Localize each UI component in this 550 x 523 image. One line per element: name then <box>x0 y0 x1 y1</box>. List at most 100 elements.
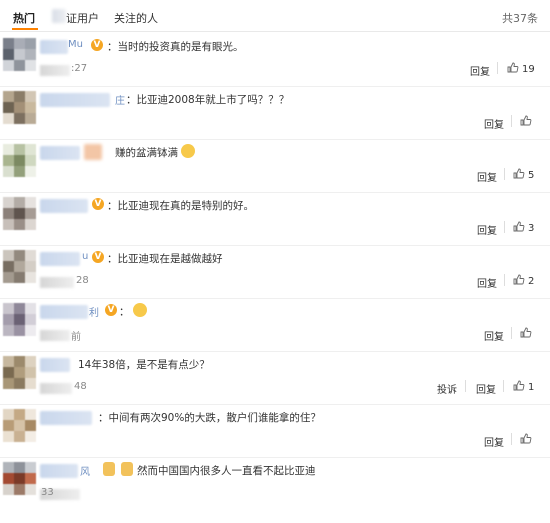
like-count: 3 <box>528 223 535 234</box>
comment-time: 前 <box>71 332 81 343</box>
comment-text: 然而中国国内很多人一直看不起比亚迪 <box>137 465 316 477</box>
divider <box>511 115 512 127</box>
comment-time: 48 <box>74 381 87 392</box>
tab-following[interactable]: 关注的人 <box>114 10 158 26</box>
comment-text: ：当时的投资真的是有眼光。 <box>107 41 244 53</box>
avatar[interactable] <box>3 462 36 495</box>
like-count: 19 <box>522 64 535 75</box>
comment-text: ：比亚迪2008年就上市了吗？？？ <box>126 94 290 106</box>
divider <box>503 380 504 392</box>
tab-hot[interactable]: 热门 <box>13 10 35 26</box>
reply-button[interactable]: 回复 <box>484 328 504 343</box>
reply-button[interactable]: 回复 <box>484 116 504 131</box>
blurred-username <box>40 252 80 266</box>
avatar[interactable] <box>3 144 36 177</box>
blurred-username <box>40 411 92 425</box>
like-button[interactable] <box>520 433 535 446</box>
comment-item: Mu V ：当时的投资真的是有眼光。 :27 回复 19 <box>0 34 550 87</box>
tab-verified-users[interactable]: 证用户 <box>66 10 99 26</box>
divider <box>465 380 466 392</box>
comment-item: u V ：比亚迪现在是越做越好 28 回复 2 <box>0 246 550 299</box>
like-button[interactable]: 2 <box>513 274 534 287</box>
thumbs-up-icon <box>507 62 519 73</box>
like-button[interactable]: 1 <box>513 380 534 393</box>
comment-total-count: 共37条 <box>502 12 538 25</box>
blurred-time <box>40 277 74 288</box>
blurred-time <box>40 330 70 341</box>
reply-button[interactable]: 回复 <box>476 381 496 396</box>
active-tab-indicator <box>12 28 38 30</box>
comment-item: ：中间有两次90%的大跌，散户们谁能拿的住？ 回复 <box>0 405 550 458</box>
comment-time: 28 <box>76 275 89 286</box>
divider <box>497 62 498 74</box>
blurred-username <box>40 146 80 160</box>
reply-button[interactable]: 回复 <box>484 434 504 449</box>
like-button[interactable] <box>520 115 535 128</box>
verified-badge-icon: V <box>92 198 104 210</box>
reply-button[interactable]: 回复 <box>470 63 490 78</box>
thumbs-up-icon <box>520 115 532 126</box>
thumbs-up-icon <box>513 274 525 285</box>
comment-item: 风 然而中国国内很多人一直看不起比亚迪 33 <box>0 458 550 511</box>
like-count: 1 <box>528 382 535 393</box>
username[interactable]: u <box>82 251 88 262</box>
blurred-username <box>40 199 88 213</box>
blurred-tab-prefix <box>52 9 66 23</box>
thumbs-up-emoji-icon <box>103 462 115 476</box>
like-count: 2 <box>528 276 535 287</box>
comment-item: 14年38倍，是不是有点少？ 48 投诉 回复 1 <box>0 352 550 405</box>
comment-text: 14年38倍，是不是有点少？ <box>78 359 210 371</box>
verified-badge-icon: V <box>91 39 103 51</box>
blurred-username <box>40 464 78 478</box>
avatar[interactable] <box>3 409 36 442</box>
like-button[interactable]: 5 <box>513 168 534 181</box>
thumbs-up-icon <box>513 168 525 179</box>
comment-text: ：比亚迪现在是越做越好 <box>107 253 223 265</box>
like-button[interactable] <box>520 327 535 340</box>
blurred-username <box>40 93 110 107</box>
divider <box>504 221 505 233</box>
emoji-icon <box>133 303 147 317</box>
avatar[interactable] <box>3 197 36 230</box>
verified-badge-icon: V <box>105 304 117 316</box>
comment-text: ：比亚迪现在真的是特别的好。 <box>107 200 254 212</box>
reply-button[interactable]: 回复 <box>477 275 497 290</box>
avatar[interactable] <box>3 303 36 336</box>
comment-item: V ：比亚迪现在真的是特别的好。 回复 3 <box>0 193 550 246</box>
emoji-icon <box>181 144 195 158</box>
thumbs-up-emoji-icon <box>121 462 133 476</box>
username[interactable]: 庄 <box>115 92 125 107</box>
username[interactable]: 利 <box>89 304 99 319</box>
thumbs-up-icon <box>513 380 525 391</box>
username[interactable]: 风 <box>80 463 90 478</box>
blurred-username <box>40 358 70 372</box>
avatar[interactable] <box>3 356 36 389</box>
thumbs-up-icon <box>520 433 532 444</box>
avatar[interactable] <box>3 250 36 283</box>
avatar[interactable] <box>3 91 36 124</box>
blurred-username <box>40 40 68 54</box>
thumbs-up-icon <box>520 327 532 338</box>
avatar[interactable] <box>3 38 36 71</box>
like-button[interactable]: 19 <box>507 62 535 75</box>
verified-badge-icon: V <box>92 251 104 263</box>
reply-button[interactable]: 回复 <box>477 169 497 184</box>
blurred-time <box>40 65 70 76</box>
comment-item: 赚的盆满钵满 回复 5 <box>0 140 550 193</box>
comment-filter-tabs: 热门 证用户 关注的人 共37条 <box>0 0 550 32</box>
reply-button[interactable]: 回复 <box>477 222 497 237</box>
comment-text: ：中间有两次90%的大跌，散户们谁能拿的住？ <box>98 412 321 424</box>
comment-item: 庄 ：比亚迪2008年就上市了吗？？？ 回复 <box>0 87 550 140</box>
like-count: 5 <box>528 170 535 181</box>
username[interactable]: Mu <box>68 39 83 50</box>
like-button[interactable]: 3 <box>513 221 534 234</box>
blurred-time <box>40 383 72 394</box>
comment-item: 利 V ： 前 回复 <box>0 299 550 352</box>
blurred-username-part <box>84 144 102 160</box>
thumbs-up-icon <box>513 221 525 232</box>
report-button[interactable]: 投诉 <box>437 381 457 396</box>
divider <box>511 433 512 445</box>
comment-text: 赚的盆满钵满 <box>115 147 178 159</box>
divider <box>504 168 505 180</box>
divider <box>504 274 505 286</box>
